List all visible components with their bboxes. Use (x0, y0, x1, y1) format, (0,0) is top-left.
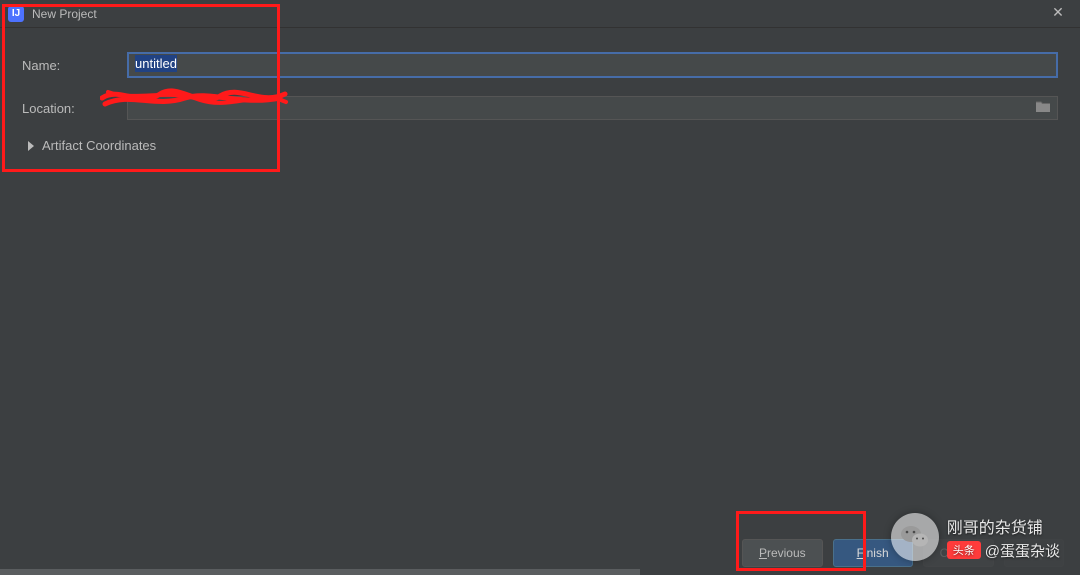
watermark-line1: 刚哥的杂货铺 (947, 514, 1060, 538)
name-label: Name: (22, 58, 127, 73)
bottom-edge-strip (0, 569, 640, 575)
browse-folder-icon[interactable] (1035, 100, 1051, 116)
location-label: Location: (22, 101, 127, 116)
name-input[interactable]: untitled (127, 52, 1058, 78)
app-icon: IJ (8, 6, 24, 22)
name-row: Name: untitled (22, 52, 1058, 78)
previous-button[interactable]: Previous (742, 539, 823, 567)
close-icon[interactable]: ✕ (1048, 4, 1068, 21)
titlebar: IJ New Project ✕ (0, 0, 1080, 28)
location-row: Location: (22, 96, 1058, 120)
help-button[interactable]: Help (1004, 539, 1064, 567)
cancel-button[interactable]: Cancel (923, 539, 994, 567)
finish-button[interactable]: Finish (833, 539, 913, 567)
chevron-right-icon (28, 141, 34, 151)
location-input[interactable] (127, 96, 1058, 120)
artifact-coordinates-label: Artifact Coordinates (42, 138, 156, 153)
artifact-coordinates-expander[interactable]: Artifact Coordinates (22, 138, 1058, 153)
name-input-value: untitled (135, 55, 177, 72)
dialog-content: Name: untitled Location: Artifact Coordi… (0, 28, 1080, 163)
window-title: New Project (32, 7, 97, 21)
dialog-footer: Previous Finish Cancel Help (742, 539, 1064, 567)
